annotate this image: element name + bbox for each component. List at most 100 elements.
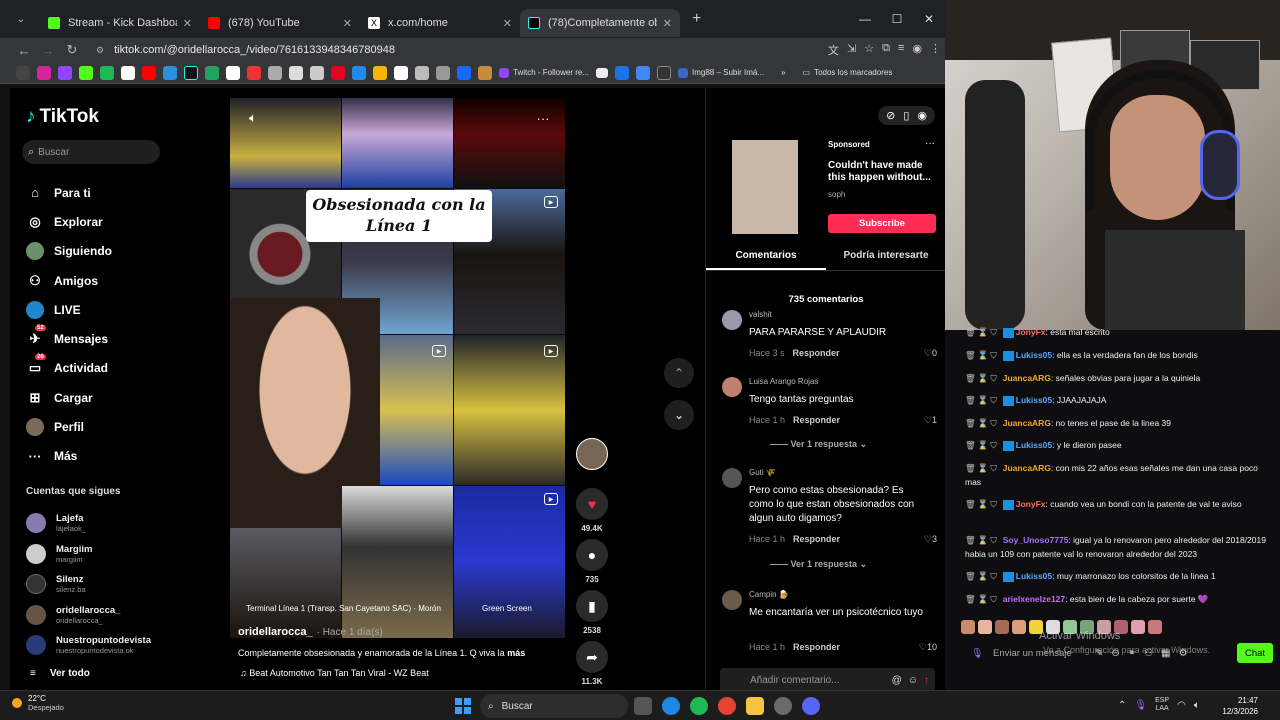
twitch-icon[interactable] <box>58 65 72 80</box>
folder-icon[interactable] <box>596 67 609 78</box>
forward-icon[interactable]: → <box>36 43 60 58</box>
google-icon[interactable] <box>226 65 240 80</box>
microphone-icon[interactable]: 🎙︎ <box>1134 700 1147 711</box>
mod-tools-icon[interactable]: 🗑⌛⛉ <box>965 395 999 405</box>
avatar[interactable] <box>722 310 742 330</box>
mod-tools-icon[interactable]: 🗑⌛⛉ <box>965 499 999 509</box>
close-icon[interactable]: ✕ <box>663 17 672 30</box>
chat-user[interactable]: Lukiss05 <box>1016 571 1052 581</box>
globe-icon[interactable] <box>436 65 450 80</box>
mod-tools-icon[interactable]: 🗑⌛⛉ <box>965 594 999 604</box>
comment-like[interactable]: ♡1 <box>924 415 937 426</box>
comment-like[interactable]: ♡0 <box>924 348 937 359</box>
close-icon[interactable]: ✕ <box>503 17 512 30</box>
see-all-link[interactable]: ≡ Ver todo <box>30 668 90 679</box>
wifi-icon[interactable]: ◠ <box>1177 700 1186 711</box>
next-video-button[interactable]: ⌄ <box>664 400 694 430</box>
mod-tools-icon[interactable]: 🗑⌛⛉ <box>965 440 999 450</box>
file-explorer-icon[interactable] <box>746 697 764 715</box>
following-item[interactable]: oridellarocca_ oridellarocca_ <box>26 600 151 631</box>
youtube-icon[interactable] <box>142 65 156 80</box>
reload-icon[interactable]: ↻ <box>60 42 84 58</box>
comment-user[interactable]: Luisa Arango Rojas <box>749 377 818 386</box>
reply-button[interactable]: Responder <box>793 534 840 544</box>
close-icon[interactable]: ✕ <box>183 17 192 30</box>
sidebar-item-live[interactable]: LIVE <box>26 295 112 324</box>
taskbar-clock[interactable]: 21:47 12/3/2026 <box>1222 695 1258 717</box>
site-info-icon[interactable]: ⚙ <box>96 45 104 56</box>
more-options-icon[interactable]: ··· <box>536 111 550 126</box>
spotify-icon[interactable] <box>100 65 114 80</box>
sidebar-item-cargar[interactable]: ⊞ Cargar <box>26 383 112 412</box>
discord-icon[interactable] <box>802 697 820 715</box>
mod-tools-icon[interactable]: 🗑⌛⛉ <box>965 571 999 581</box>
comment-like[interactable]: ♡3 <box>924 534 937 545</box>
comment-action[interactable]: ● 735 <box>574 539 610 584</box>
emote-icon[interactable] <box>961 620 975 634</box>
mod-tools-icon[interactable]: 🗑⌛⛉ <box>965 350 999 360</box>
following-item[interactable]: Margiim margiim <box>26 539 151 570</box>
chrome-icon[interactable] <box>718 697 736 715</box>
kick-icon[interactable] <box>79 65 93 80</box>
spotify-icon[interactable] <box>690 697 708 715</box>
tab-comentarios[interactable]: Comentarios <box>706 250 826 270</box>
volume-icon[interactable]: 🔈︎ <box>246 110 260 125</box>
tiktok-logo[interactable]: ♪ TikTok <box>26 106 99 128</box>
avatar[interactable]: ◉ <box>917 109 927 122</box>
chat-user[interactable]: Soy_Unoso7775 <box>1003 535 1069 545</box>
drive-icon[interactable] <box>205 65 219 80</box>
mention-icon[interactable]: @ <box>892 675 902 686</box>
mail-icon-2[interactable] <box>415 65 429 80</box>
save-action[interactable]: ▮ 2538 <box>574 590 610 635</box>
compass-icon[interactable]: ⊘ <box>886 109 895 122</box>
chat-user[interactable]: Lukiss05 <box>1016 395 1052 405</box>
reading-list-icon[interactable]: ≡ <box>898 42 904 58</box>
grid-icon[interactable]: ▦ <box>1161 648 1170 659</box>
bookmark-star-icon[interactable]: ☆ <box>864 42 874 58</box>
upload-icon[interactable] <box>289 65 303 80</box>
task-view-icon[interactable] <box>634 697 652 715</box>
more-bookmarks-icon[interactable]: » <box>781 68 785 77</box>
chat-send-button[interactable]: Chat <box>1237 643 1273 663</box>
ad-image[interactable] <box>732 140 798 234</box>
avatar[interactable] <box>722 377 742 397</box>
view-replies[interactable]: —— Ver 1 respuesta ⌄ <box>770 559 867 570</box>
chat-user[interactable]: Lukiss05 <box>1016 350 1052 360</box>
add-comment-input[interactable]: Añadir comentario... @ ☺ ↑ <box>720 668 935 692</box>
emoji-icon[interactable]: ☺ <box>908 675 918 686</box>
tab-x[interactable]: X x.com/home ✕ <box>360 9 520 37</box>
chat-user[interactable]: JuancaARG <box>1003 463 1051 473</box>
previous-video-button[interactable]: ⌃ <box>664 358 694 388</box>
tab-tiktok[interactable]: (78)Completamente obsesiona ✕ <box>520 9 680 37</box>
chrome-icon[interactable] <box>636 65 651 80</box>
chat-user[interactable]: JuancaARG <box>1003 418 1051 428</box>
puzzle-icon[interactable] <box>478 65 492 80</box>
like-action[interactable]: ♥ 49.4K <box>574 488 610 533</box>
chat-user[interactable]: Lukiss05 <box>1016 440 1052 450</box>
tiktok-icon[interactable] <box>184 65 198 80</box>
following-item[interactable]: Silenz silenz.ba <box>26 569 151 600</box>
back-icon[interactable]: ← <box>12 43 36 58</box>
mod-tools-icon[interactable]: 🗑⌛⛉ <box>965 327 999 337</box>
instagram-icon-2[interactable] <box>268 65 282 80</box>
dropbox-icon[interactable] <box>373 65 387 80</box>
close-icon[interactable]: ✕ <box>343 17 352 30</box>
comment-user[interactable]: valshit <box>749 310 772 319</box>
tab-podria-interesarte[interactable]: Podría interesarte <box>826 250 946 270</box>
windows-start-icon[interactable] <box>455 698 471 714</box>
subscribe-button[interactable]: Subscribe <box>828 214 936 233</box>
reply-button[interactable]: Responder <box>793 348 840 358</box>
edge-icon[interactable] <box>662 697 680 715</box>
opera-icon[interactable] <box>247 65 261 80</box>
minimize-icon[interactable]: — <box>849 12 881 26</box>
avatar[interactable] <box>722 590 742 610</box>
microphone-icon[interactable]: 🎙︎ <box>971 648 983 659</box>
chat-user[interactable]: JonyFx <box>1016 499 1046 509</box>
tab-search-icon[interactable]: ⌄ <box>12 10 30 28</box>
emote-icon[interactable] <box>995 620 1009 634</box>
sidebar-item-mas[interactable]: ··· Más <box>26 442 112 471</box>
send-icon[interactable]: ↑ <box>924 675 929 686</box>
sidebar-item-explorar[interactable]: ◎ Explorar <box>26 207 112 236</box>
mod-tools-icon[interactable]: 🗑⌛⛉ <box>965 418 999 428</box>
video-author[interactable]: oridellarocca_ · Hace 1 día(s) <box>238 626 383 638</box>
